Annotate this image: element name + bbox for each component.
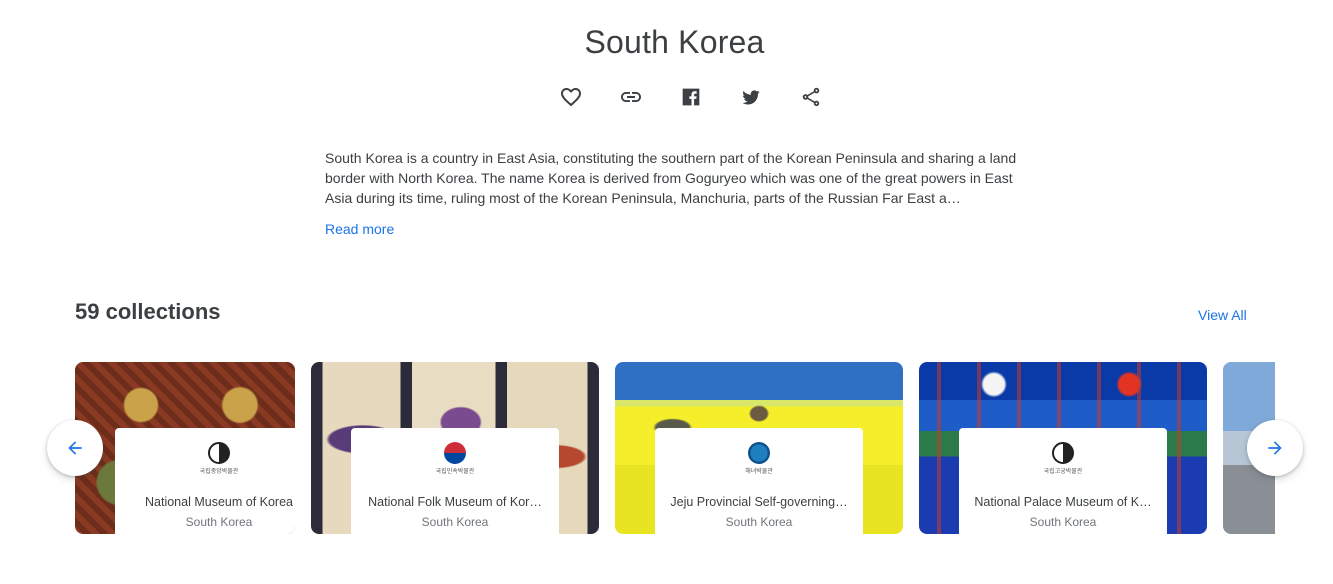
view-all-link[interactable]: View All [1198,307,1247,323]
copy-link-button[interactable] [601,84,661,110]
card-info: 해녀박물관 Jeju Provincial Self-governing… So… [655,428,863,534]
card-country: South Korea [1029,515,1097,529]
link-icon [621,92,641,102]
card-title: National Museum of Korea [145,495,293,509]
arrow-left-icon [68,441,82,455]
page-title: South Korea [584,24,765,60]
description-text: South Korea is a country in East Asia, c… [325,150,1017,206]
twitter-icon [742,90,760,105]
museum-logo: 국립민속박물관 [425,442,485,478]
collection-card[interactable]: 국립고궁박물관 National Palace Museum of K… Sou… [919,362,1207,534]
card-title: National Palace Museum of K… [974,495,1152,509]
card-country: South Korea [725,515,793,529]
heart-icon [561,88,581,107]
card-country: South Korea [185,515,253,529]
card-info: 국립중앙박물관 National Museum of Korea South K… [115,428,295,534]
collection-card[interactable]: 해녀박물관 Jeju Provincial Self-governing… So… [615,362,903,534]
share-button[interactable] [781,84,841,110]
carousel-prev-button[interactable] [47,420,103,476]
facebook-icon [682,88,700,106]
card-title: National Folk Museum of Kor… [368,495,542,509]
card-info: 국립고궁박물관 National Palace Museum of K… Sou… [959,428,1167,534]
description: South Korea is a country in East Asia, c… [325,148,1025,208]
card-info: 국립민속박물관 National Folk Museum of Kor… Sou… [351,428,559,534]
collection-card[interactable]: 국립중앙박물관 National Museum of Korea South K… [75,362,295,534]
read-more-link[interactable]: Read more [325,221,394,237]
action-bar [541,84,841,110]
share-facebook-button[interactable] [661,84,721,110]
arrow-right-icon [1268,441,1282,455]
collections-carousel: 국립중앙박물관 National Museum of Korea South K… [75,362,1275,534]
carousel-next-button[interactable] [1247,420,1303,476]
collection-card[interactable]: 국립민속박물관 National Folk Museum of Kor… Sou… [311,362,599,534]
share-icon [802,87,820,107]
museum-logo: 국립중앙박물관 [189,442,249,478]
card-country: South Korea [421,515,489,529]
card-title: Jeju Provincial Self-governing… [670,495,848,509]
favorite-button[interactable] [541,84,601,110]
museum-logo: 국립고궁박물관 [1033,442,1093,478]
share-twitter-button[interactable] [721,84,781,110]
collections-heading: 59 collections [75,299,221,324]
museum-logo: 해녀박물관 [729,442,789,478]
